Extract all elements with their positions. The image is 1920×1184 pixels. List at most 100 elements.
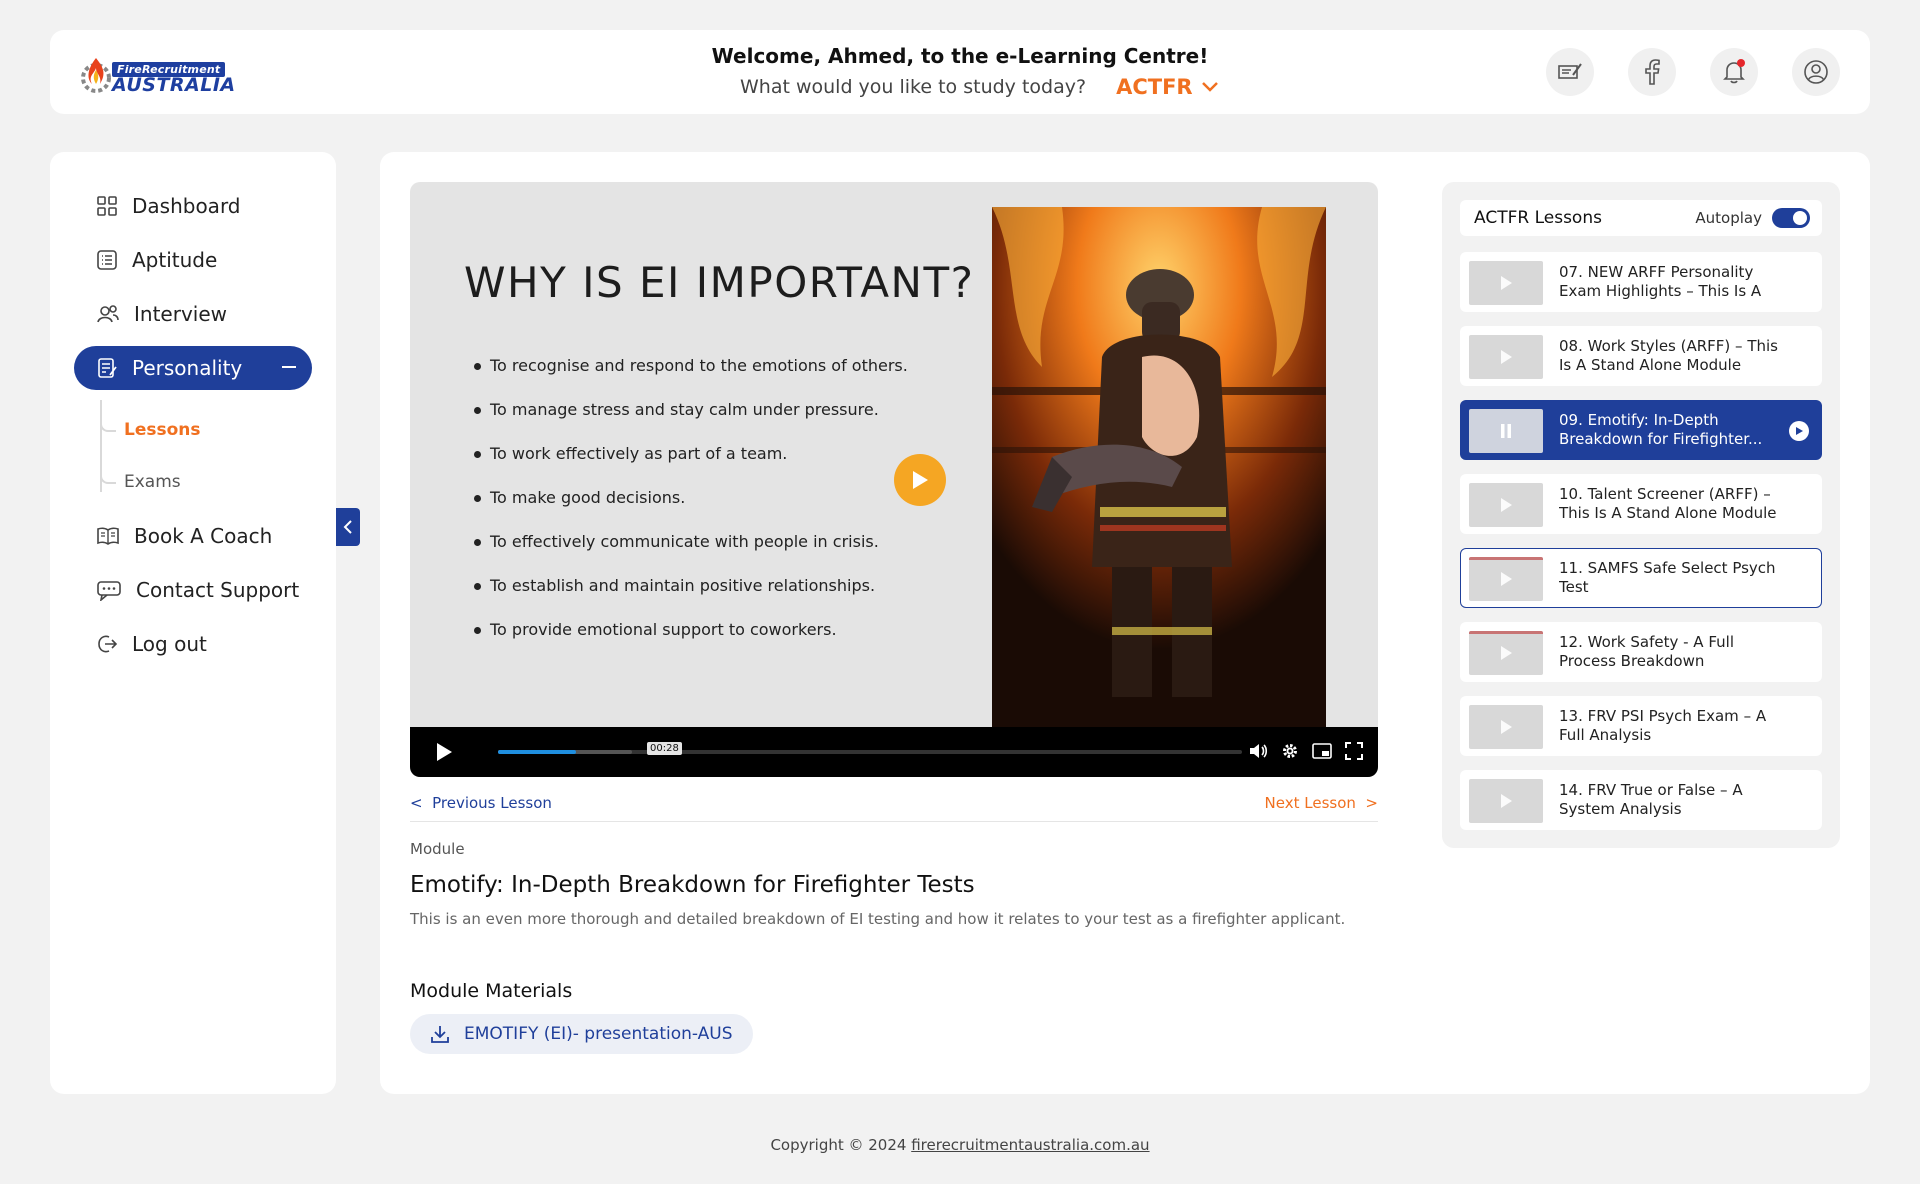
autoplay-label: Autoplay (1695, 209, 1762, 227)
chat-icon (97, 581, 121, 601)
footer-site-link[interactable]: firerecruitmentaustralia.com.au (911, 1136, 1149, 1154)
picture-in-picture-icon (1312, 743, 1332, 759)
autoplay-toggle[interactable] (1772, 208, 1810, 228)
seek-bar[interactable]: 00:28 (498, 742, 1242, 755)
thumbnail-strip (1469, 557, 1543, 560)
fullscreen-button[interactable] (1344, 741, 1364, 761)
play-icon (1501, 720, 1512, 734)
sidebar-item-dashboard[interactable]: Dashboard (74, 184, 312, 228)
profile-button[interactable] (1792, 48, 1840, 96)
play-icon (913, 471, 928, 489)
main-content: WHY IS EI IMPORTANT? To recognise and re… (380, 152, 1870, 1094)
notification-dot (1737, 59, 1745, 67)
now-playing-icon (1789, 421, 1809, 441)
next-lesson-link[interactable]: Next Lesson > (1265, 794, 1378, 812)
facebook-icon (1645, 59, 1660, 85)
play-overlay-button[interactable] (894, 454, 946, 506)
play-icon (1501, 350, 1512, 364)
chevron-down-icon (1201, 82, 1218, 92)
lessons-panel-title: ACTFR Lessons (1474, 208, 1602, 228)
play-icon (437, 743, 452, 761)
video-player[interactable]: WHY IS EI IMPORTANT? To recognise and re… (410, 182, 1378, 777)
previous-lesson-link[interactable]: < Previous Lesson (410, 794, 552, 812)
slide-bullet: To establish and maintain positive relat… (474, 576, 908, 620)
collapse-minus-icon[interactable] (282, 366, 296, 368)
facebook-button[interactable] (1628, 48, 1676, 96)
thumbnail-strip (1469, 631, 1543, 634)
lesson-title: 12. Work Safety - A Full Process Breakdo… (1559, 633, 1734, 670)
pip-button[interactable] (1312, 741, 1332, 761)
player-right-controls (1248, 741, 1364, 761)
copyright-text: Copyright © 2024 (770, 1136, 912, 1154)
player-controls: 00:28 (410, 727, 1378, 777)
sidebar: Dashboard Aptitude Interview Personality… (50, 152, 336, 1094)
course-selector[interactable]: ACTFR (1116, 75, 1219, 99)
lesson-item-current[interactable]: 09. Emotify: In-Depth Breakdown for Fire… (1460, 400, 1822, 460)
gear-icon (1283, 744, 1297, 758)
play-icon (1501, 276, 1512, 290)
material-download-button[interactable]: EMOTIFY (EI)- presentation-AUS (410, 1014, 753, 1054)
lesson-thumbnail (1469, 631, 1543, 675)
course-name: ACTFR (1116, 75, 1193, 99)
settings-button[interactable] (1280, 741, 1300, 761)
lesson-navigation: < Previous Lesson Next Lesson > (410, 792, 1378, 822)
sidebar-item-aptitude[interactable]: Aptitude (74, 238, 312, 282)
lesson-item[interactable]: 14. FRV True or False – A System Analysi… (1460, 770, 1822, 830)
book-icon (97, 527, 119, 545)
volume-icon (1250, 744, 1268, 758)
lesson-item[interactable]: 10. Talent Screener (ARFF) – This Is A S… (1460, 474, 1822, 534)
volume-button[interactable] (1248, 741, 1268, 761)
sidebar-nav: Dashboard Aptitude Interview Personality… (74, 184, 312, 676)
play-icon (1501, 794, 1512, 808)
download-icon (431, 1026, 449, 1043)
next-lesson-label: Next Lesson (1264, 794, 1356, 812)
chevron-left-icon (343, 520, 352, 534)
sidebar-item-contact-support[interactable]: Contact Support (74, 568, 312, 612)
list-icon (97, 250, 117, 270)
lessons-panel: ACTFR Lessons Autoplay 07. NEW ARFF Pers… (1442, 182, 1840, 848)
sidebar-collapse-button[interactable] (336, 508, 360, 546)
user-icon (1804, 60, 1828, 84)
lesson-item[interactable]: 11. SAMFS Safe Select Psych Test (1460, 548, 1822, 608)
lesson-title: 09. Emotify: In-Depth Breakdown for Fire… (1559, 411, 1763, 448)
slide-bullet: To work effectively as part of a team. (474, 444, 908, 488)
sidebar-item-logout[interactable]: Log out (74, 622, 312, 666)
footer: Copyright © 2024 firerecruitmentaustrali… (0, 1136, 1920, 1154)
sidebar-item-interview[interactable]: Interview (74, 292, 312, 336)
lesson-item[interactable]: 13. FRV PSI Psych Exam – A Full Analysis (1460, 696, 1822, 756)
seek-progress (498, 750, 577, 754)
autoplay-control: Autoplay (1695, 208, 1810, 228)
sidebar-item-label: Personality (132, 356, 243, 380)
people-icon (97, 305, 119, 323)
lesson-thumbnail (1469, 483, 1543, 527)
sidebar-item-label: Dashboard (132, 194, 241, 218)
play-icon (1796, 427, 1803, 435)
lessons-list: 07. NEW ARFF Personality Exam Highlights… (1460, 252, 1822, 844)
subnav-item-lessons[interactable]: Lessons (100, 412, 201, 440)
play-button[interactable] (434, 741, 454, 767)
logout-icon (98, 635, 118, 653)
lesson-thumbnail (1469, 705, 1543, 749)
note-icon (1558, 63, 1582, 79)
lesson-thumbnail (1469, 409, 1543, 453)
subnav-item-exams[interactable]: Exams (100, 464, 181, 492)
sidebar-item-book-coach[interactable]: Book A Coach (74, 514, 312, 558)
lesson-title: 14. FRV True or False – A System Analysi… (1559, 781, 1743, 818)
previous-lesson-label: Previous Lesson (432, 794, 552, 812)
lesson-item[interactable]: 08. Work Styles (ARFF) – This Is A Stand… (1460, 326, 1822, 386)
module-description: This is an even more thorough and detail… (410, 910, 1346, 928)
lesson-thumbnail (1469, 261, 1543, 305)
play-icon (1501, 498, 1512, 512)
material-name: EMOTIFY (EI)- presentation-AUS (464, 1024, 733, 1044)
lesson-item[interactable]: 07. NEW ARFF Personality Exam Highlights… (1460, 252, 1822, 312)
sidebar-item-label: Interview (134, 302, 227, 326)
notifications-button[interactable] (1710, 48, 1758, 96)
lesson-item[interactable]: 12. Work Safety - A Full Process Breakdo… (1460, 622, 1822, 682)
sidebar-item-personality[interactable]: Personality (74, 346, 312, 390)
slide-bullets: To recognise and respond to the emotions… (474, 356, 908, 664)
notes-button[interactable] (1546, 48, 1594, 96)
lesson-thumbnail (1469, 335, 1543, 379)
pause-icon (1501, 424, 1511, 438)
sidebar-item-label: Log out (132, 632, 207, 656)
slide-title: WHY IS EI IMPORTANT? (464, 258, 975, 307)
